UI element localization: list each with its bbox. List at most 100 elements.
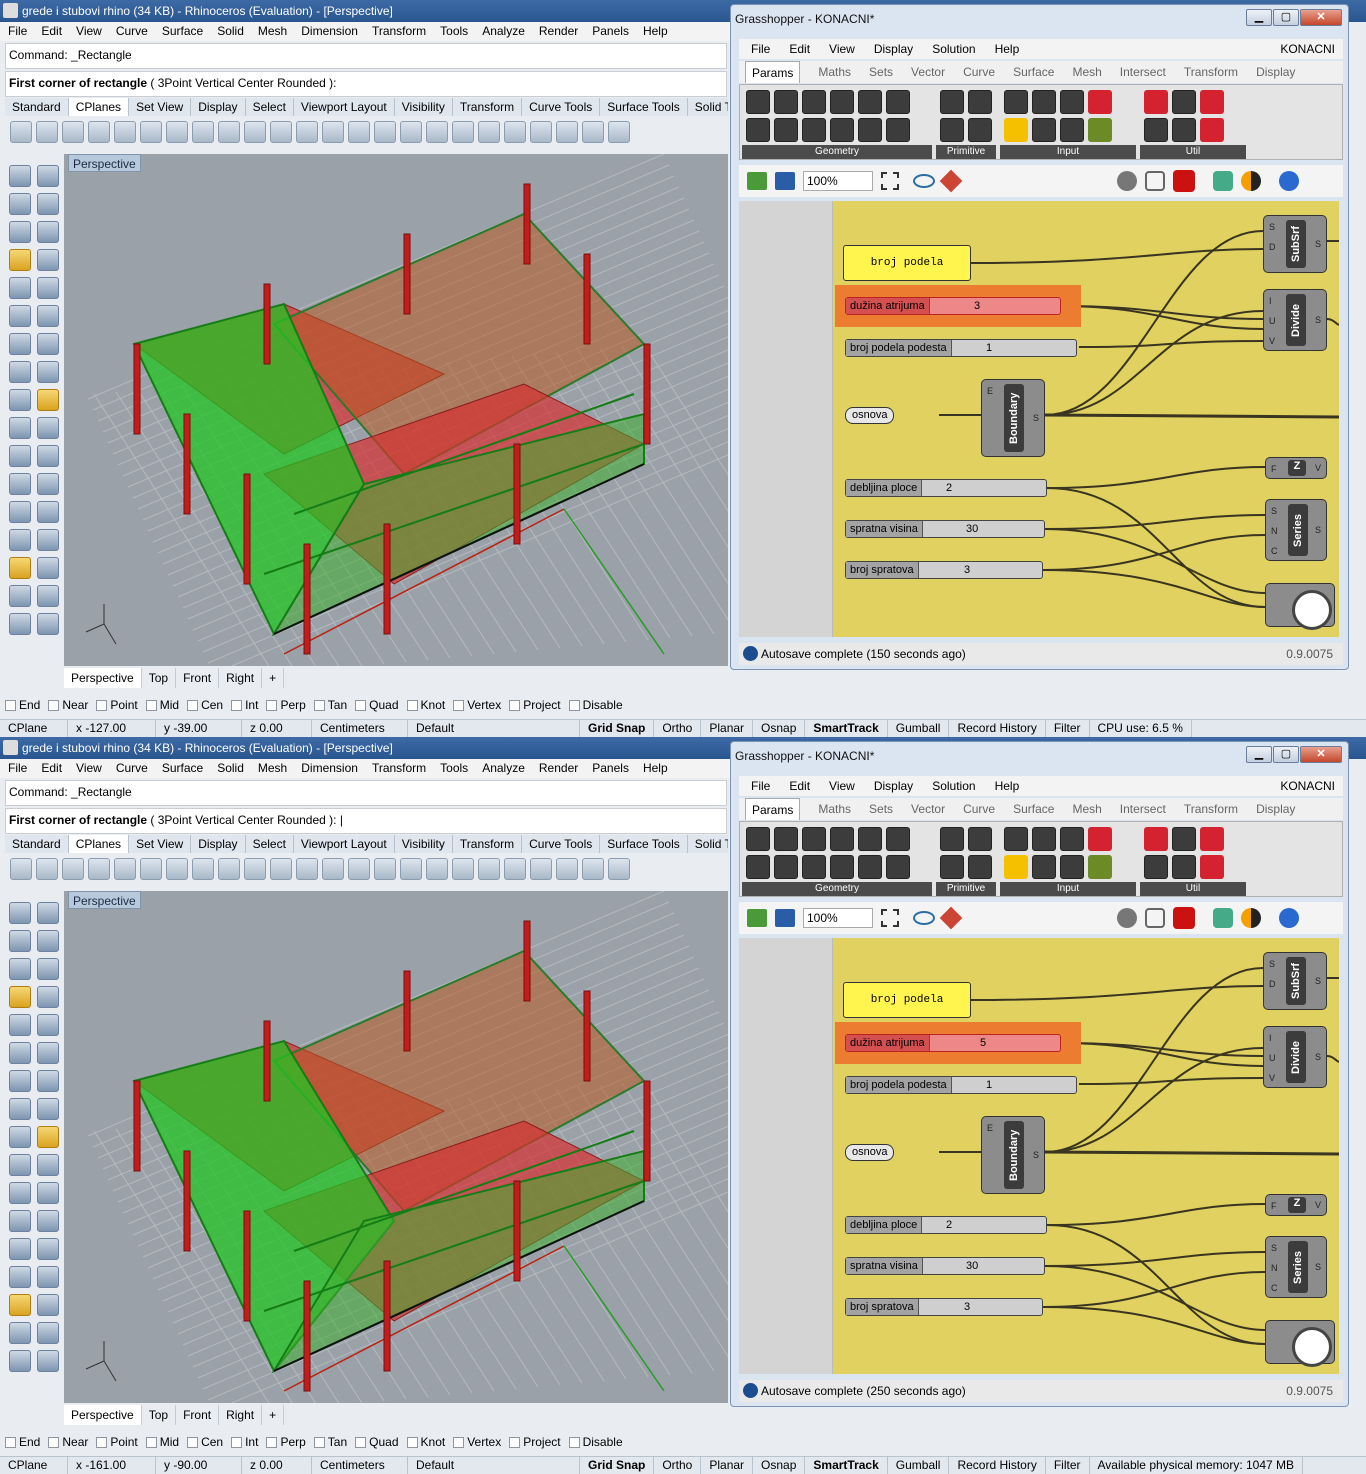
- gh-component-icon[interactable]: [968, 90, 992, 114]
- modeling-tool-icon[interactable]: [37, 1070, 59, 1092]
- gh-component-icon[interactable]: [802, 90, 826, 114]
- osnap-vertex[interactable]: Vertex: [453, 697, 501, 714]
- cplane-tool-icon[interactable]: [192, 858, 214, 880]
- menu-item-mesh[interactable]: Mesh: [258, 22, 287, 41]
- menu-item-analyze[interactable]: Analyze: [482, 759, 525, 778]
- modeling-tool-icon[interactable]: [9, 389, 31, 411]
- cplane-tool-icon[interactable]: [504, 121, 526, 143]
- cplane-tool-icon[interactable]: [218, 121, 240, 143]
- cplane-tool-icon[interactable]: [244, 121, 266, 143]
- cplane-tool-icon[interactable]: [478, 121, 500, 143]
- gh-panel-broj-podela[interactable]: broj podela: [843, 245, 971, 281]
- gh-component-icon[interactable]: [858, 90, 882, 114]
- gh-canvas[interactable]: broj podela dužina atrijuma 5 broj podela p…: [739, 938, 1339, 1374]
- gh-component-icon[interactable]: [968, 118, 992, 142]
- viewport-tab-perspective[interactable]: Perspective: [64, 1405, 142, 1425]
- checkbox-icon[interactable]: [48, 700, 60, 711]
- modeling-tool-icon[interactable]: [37, 902, 59, 924]
- tab-surface-tools[interactable]: Surface Tools: [600, 835, 688, 853]
- modeling-tool-icon[interactable]: [9, 1154, 31, 1176]
- gh-group-label[interactable]: Geometry: [742, 145, 932, 159]
- modeling-tool-icon[interactable]: [9, 1098, 31, 1120]
- wireframe-icon[interactable]: [1145, 908, 1165, 928]
- viewport-tab-top[interactable]: Top: [141, 1405, 177, 1425]
- gh-component-subsrf[interactable]: SubSrf S D S: [1263, 215, 1327, 273]
- checkbox-icon[interactable]: [145, 700, 157, 711]
- modeling-tool-icon[interactable]: [9, 193, 31, 215]
- osnap-end[interactable]: End: [5, 697, 40, 714]
- gh-tab-surface[interactable]: Surface: [1013, 61, 1054, 83]
- gh-component-icon[interactable]: [830, 855, 854, 879]
- cplane-tool-icon[interactable]: [530, 121, 552, 143]
- gh-component-icon[interactable]: [1060, 90, 1084, 114]
- gh-component-icon[interactable]: [1088, 855, 1112, 879]
- material-icon[interactable]: [1241, 171, 1261, 191]
- checkbox-icon[interactable]: [355, 1437, 367, 1448]
- checkbox-icon[interactable]: [145, 1437, 157, 1448]
- status-smarttrack[interactable]: SmartTrack: [805, 720, 888, 737]
- preview-mode-icon[interactable]: [1117, 908, 1137, 928]
- gh-component-icon[interactable]: [1032, 827, 1056, 851]
- modeling-tool-icon[interactable]: [37, 529, 59, 551]
- modeling-tool-icon[interactable]: [9, 249, 31, 271]
- modeling-tool-icon[interactable]: [9, 958, 31, 980]
- osnap-knot[interactable]: Knot: [406, 697, 445, 714]
- modeling-tool-icon[interactable]: [37, 1098, 59, 1120]
- menu-item-solid[interactable]: Solid: [217, 759, 244, 778]
- gh-component-icon[interactable]: [940, 90, 964, 114]
- checkbox-icon[interactable]: [406, 1437, 418, 1448]
- command-prompt[interactable]: First corner of rectangle ( 3Point Verti…: [5, 71, 727, 97]
- number-slider-5[interactable]: broj spratova 3: [845, 561, 1043, 579]
- viewport-tab-top[interactable]: Top: [141, 668, 177, 688]
- gh-component-icon[interactable]: [746, 827, 770, 851]
- cplane-tool-icon[interactable]: [166, 121, 188, 143]
- cplane-tool-icon[interactable]: [114, 858, 136, 880]
- gh-component-icon[interactable]: [886, 827, 910, 851]
- gh-component-icon[interactable]: [1200, 827, 1224, 851]
- menu-item-file[interactable]: File: [8, 759, 27, 778]
- gh-tab-params[interactable]: Params: [745, 798, 801, 820]
- minimize-icon[interactable]: ▁: [1246, 9, 1272, 26]
- tab-display[interactable]: Display: [191, 835, 246, 853]
- gh-component-icon[interactable]: [1088, 827, 1112, 851]
- modeling-tool-icon[interactable]: [37, 1210, 59, 1232]
- solver-icon[interactable]: [1279, 171, 1299, 191]
- gh-component-icon[interactable]: [1032, 855, 1056, 879]
- tab-cplanes[interactable]: CPlanes: [68, 835, 130, 853]
- checkbox-icon[interactable]: [568, 1437, 580, 1448]
- gh-tab-display[interactable]: Display: [1256, 798, 1295, 820]
- osnap-int[interactable]: Int: [231, 697, 258, 714]
- menu-item-tools[interactable]: Tools: [440, 759, 468, 778]
- gh-tab-display[interactable]: Display: [1256, 61, 1295, 83]
- gh-component-z[interactable]: ZFV: [1265, 457, 1327, 479]
- modeling-tool-icon[interactable]: [37, 986, 59, 1008]
- gh-component-icon[interactable]: [886, 118, 910, 142]
- osnap-project[interactable]: Project: [509, 1434, 561, 1451]
- cplane-tool-icon[interactable]: [296, 121, 318, 143]
- gh-component-icon[interactable]: [830, 827, 854, 851]
- preview-mode-icon[interactable]: [1117, 171, 1137, 191]
- zoom-level[interactable]: 100%: [803, 171, 873, 191]
- tab-select[interactable]: Select: [246, 98, 294, 116]
- modeling-tool-icon[interactable]: [37, 1266, 59, 1288]
- modeling-tool-icon[interactable]: [9, 1070, 31, 1092]
- modeling-tool-icon[interactable]: [37, 473, 59, 495]
- menu-item-dimension[interactable]: Dimension: [301, 759, 358, 778]
- modeling-tool-icon[interactable]: [9, 557, 31, 579]
- checkbox-icon[interactable]: [509, 700, 521, 711]
- cplane-tool-icon[interactable]: [348, 858, 370, 880]
- osnap-disable[interactable]: Disable: [568, 697, 623, 714]
- gh-component-icon[interactable]: [968, 827, 992, 851]
- cplane-tool-icon[interactable]: [582, 858, 604, 880]
- gh-canvas[interactable]: broj podela dužina atrijuma 3 broj podela p…: [739, 201, 1339, 637]
- modeling-tool-icon[interactable]: [37, 389, 59, 411]
- osnap-knot[interactable]: Knot: [406, 1434, 445, 1451]
- gh-tab-maths[interactable]: Maths: [818, 61, 851, 83]
- tab-transform[interactable]: Transform: [453, 835, 523, 853]
- modeling-tool-icon[interactable]: [37, 417, 59, 439]
- menu-item-file[interactable]: File: [8, 22, 27, 41]
- menu-item-view[interactable]: View: [76, 759, 102, 778]
- cplane-tool-icon[interactable]: [270, 858, 292, 880]
- cplane-tool-icon[interactable]: [322, 121, 344, 143]
- gh-tab-surface[interactable]: Surface: [1013, 798, 1054, 820]
